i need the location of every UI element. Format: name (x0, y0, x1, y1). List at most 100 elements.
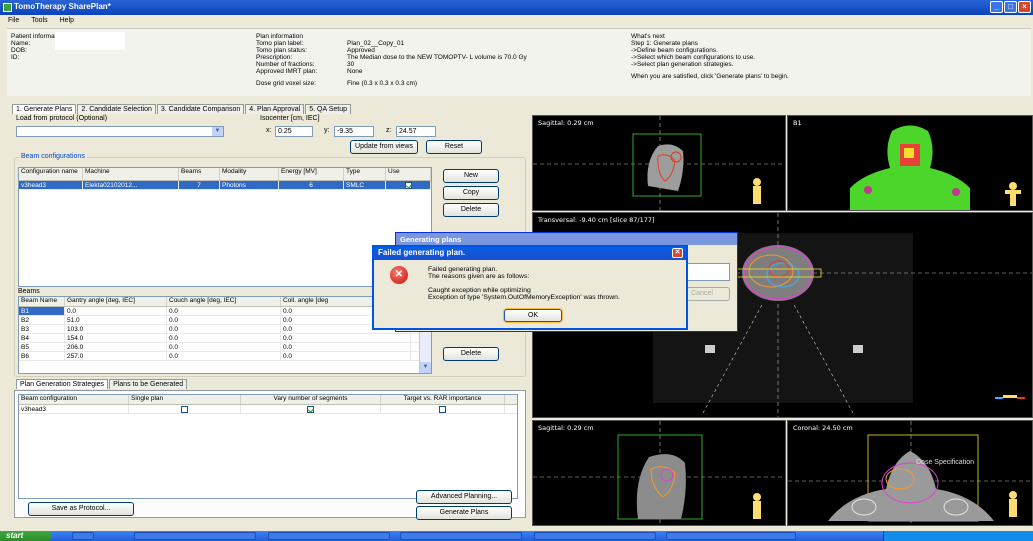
cell-couch: 0.0 (167, 343, 281, 351)
single-plan-checkbox[interactable] (181, 405, 188, 413)
col-machine[interactable]: Machine (83, 168, 179, 180)
cell-beam: B2 (19, 316, 65, 324)
ok-button[interactable]: OK (504, 309, 562, 322)
col-beam-configuration[interactable]: Beam configuration (19, 395, 129, 404)
menu-tools[interactable]: Tools (31, 15, 47, 26)
tab-candidate-comparison[interactable]: 3. Candidate Comparison (156, 104, 245, 114)
tab-candidate-selection[interactable]: 2. Candidate Selection (77, 104, 156, 114)
col-gantry[interactable]: Gantry angle [deg, IEC] (65, 297, 167, 306)
close-button[interactable]: × (1018, 1, 1031, 13)
menu-help[interactable]: Help (60, 15, 74, 26)
tab-plan-generation-strategies[interactable]: Plan Generation Strategies (16, 379, 109, 389)
save-as-protocol-button[interactable]: Save as Protocol... (28, 502, 134, 516)
whats-next-line-2: ->Define beam configurations. (631, 47, 718, 54)
delete-config-button[interactable]: Delete (443, 203, 499, 217)
copy-button[interactable]: Copy (443, 186, 499, 200)
new-button[interactable]: New (443, 169, 499, 183)
reset-button[interactable]: Reset (426, 140, 482, 154)
table-row[interactable]: v3head3 (19, 405, 517, 414)
table-row[interactable]: B1 0.0 0.0 0.0 (19, 307, 431, 316)
iso-y-input[interactable]: -9.35 (334, 126, 374, 137)
col-vary-segments[interactable]: Vary number of segments (241, 395, 381, 404)
patient-id-label: ID: (11, 54, 20, 61)
iso-z-input[interactable]: 24.57 (396, 126, 436, 137)
b1-viewer[interactable]: B1 (787, 115, 1033, 211)
sagittal-top-viewer[interactable]: Sagittal: 0.29 cm (532, 115, 786, 211)
imrt-plan-value: None (347, 68, 363, 75)
tab-plan-approval[interactable]: 4. Plan Approval (245, 104, 305, 114)
col-type[interactable]: Type (344, 168, 386, 180)
delete-beam-button[interactable]: Delete (443, 347, 499, 361)
beam-config-title: Beam configurations (19, 153, 87, 160)
col-single-plan[interactable]: Single plan (129, 395, 241, 404)
table-row[interactable]: B6 257.0 0.0 0.0 (19, 352, 431, 361)
col-target-rar[interactable]: Target vs. RAR importance (381, 395, 505, 404)
plan-status-label: Tomo plan status: (256, 47, 307, 54)
taskbar-item-5[interactable] (666, 532, 796, 540)
quick-launch[interactable] (72, 532, 94, 540)
cell-gantry: 51.0 (65, 316, 167, 324)
cell-beam: B5 (19, 343, 65, 351)
update-from-views-button[interactable]: Update from views (350, 140, 418, 154)
b1-image (850, 125, 1021, 210)
taskbar-item-4[interactable] (534, 532, 656, 540)
plan-info-values: Plan_02__Copy_01 Approved The Median dos… (347, 40, 527, 87)
tab-plans-to-be-generated[interactable]: Plans to be Generated (109, 379, 188, 389)
advanced-planning-button[interactable]: Advanced Planning... (416, 490, 512, 504)
cell-couch: 0.0 (167, 325, 281, 333)
cell-couch: 0.0 (167, 307, 281, 315)
cell-beam: B6 (19, 352, 65, 360)
fractions-label: Number of fractions: (256, 61, 315, 68)
taskbar-item-3[interactable] (400, 532, 522, 540)
taskbar-item-2[interactable] (268, 532, 390, 540)
minimize-button[interactable]: _ (990, 1, 1003, 13)
error-line-2: The reasons given are as follows: (428, 273, 530, 280)
table-row[interactable]: B2 51.0 0.0 0.0 (19, 316, 431, 325)
col-beams[interactable]: Beams (179, 168, 220, 180)
error-dialog-title-bar: Failed generating plan. ✕ (374, 247, 686, 260)
cell-gantry: 103.0 (65, 325, 167, 333)
whats-next-line-4: ->Select plan generation strategies. (631, 61, 734, 68)
tab-generate-plans[interactable]: 1. Generate Plans (12, 104, 77, 114)
close-icon[interactable]: ✕ (672, 248, 683, 258)
window-title: TomoTherapy SharePlan* (14, 2, 111, 11)
cell-target-rar[interactable] (381, 405, 505, 413)
col-beam-name[interactable]: Beam Name (19, 297, 65, 306)
cell-single-plan[interactable] (129, 405, 241, 413)
tab-qa-setup[interactable]: 5. QA Setup (305, 104, 351, 114)
col-couch[interactable]: Couch angle [deg, IEC] (167, 297, 281, 306)
target-rar-checkbox[interactable] (439, 405, 446, 413)
col-use[interactable]: Use (386, 168, 431, 180)
scroll-down-icon[interactable]: ▼ (420, 362, 431, 373)
table-row[interactable]: v3head3 Elekta02102012... 7 Photons 6 SM… (19, 181, 431, 190)
start-button[interactable]: start (0, 531, 52, 541)
chevron-down-icon[interactable]: ▼ (212, 127, 223, 136)
menu-file[interactable]: File (8, 15, 19, 26)
generate-plans-button[interactable]: Generate Plans (416, 506, 512, 520)
error-dialog-title: Failed generating plan. (378, 248, 466, 257)
cell-vary-segments[interactable] (241, 405, 381, 413)
plan-status-value: Approved (347, 47, 375, 54)
sagittal-bottom-viewer[interactable]: Sagittal: 0.29 cm (532, 420, 786, 526)
cell-gantry: 154.0 (65, 334, 167, 342)
sagittal-bottom-image (533, 421, 785, 525)
cell-strategy-config: v3head3 (19, 405, 129, 413)
protocol-dropdown[interactable]: ▼ (16, 126, 224, 137)
coronal-viewer[interactable]: Coronal: 24.50 cm Dose Specification (787, 420, 1033, 526)
col-energy[interactable]: Energy [MV] (279, 168, 344, 180)
main-tabs: 1. Generate Plans 2. Candidate Selection… (12, 104, 352, 114)
cell-use[interactable] (386, 181, 431, 189)
iso-x-input[interactable]: 0.25 (275, 126, 313, 137)
maximize-button[interactable]: □ (1004, 1, 1017, 13)
taskbar-item-1[interactable] (134, 532, 256, 540)
vary-segments-checkbox[interactable] (307, 405, 314, 413)
col-config-name[interactable]: Configuration name (19, 168, 83, 180)
table-row[interactable]: B5 206.0 0.0 0.0 (19, 343, 431, 352)
iso-y-label: y: (324, 127, 330, 134)
cell-config-name: v3head3 (19, 181, 83, 189)
use-checkbox[interactable] (404, 181, 412, 189)
table-row[interactable]: B4 154.0 0.0 0.0 (19, 334, 431, 343)
table-row[interactable]: B3 103.0 0.0 0.0 (19, 325, 431, 334)
beams-title: Beams (18, 288, 40, 295)
col-modality[interactable]: Modality (220, 168, 279, 180)
